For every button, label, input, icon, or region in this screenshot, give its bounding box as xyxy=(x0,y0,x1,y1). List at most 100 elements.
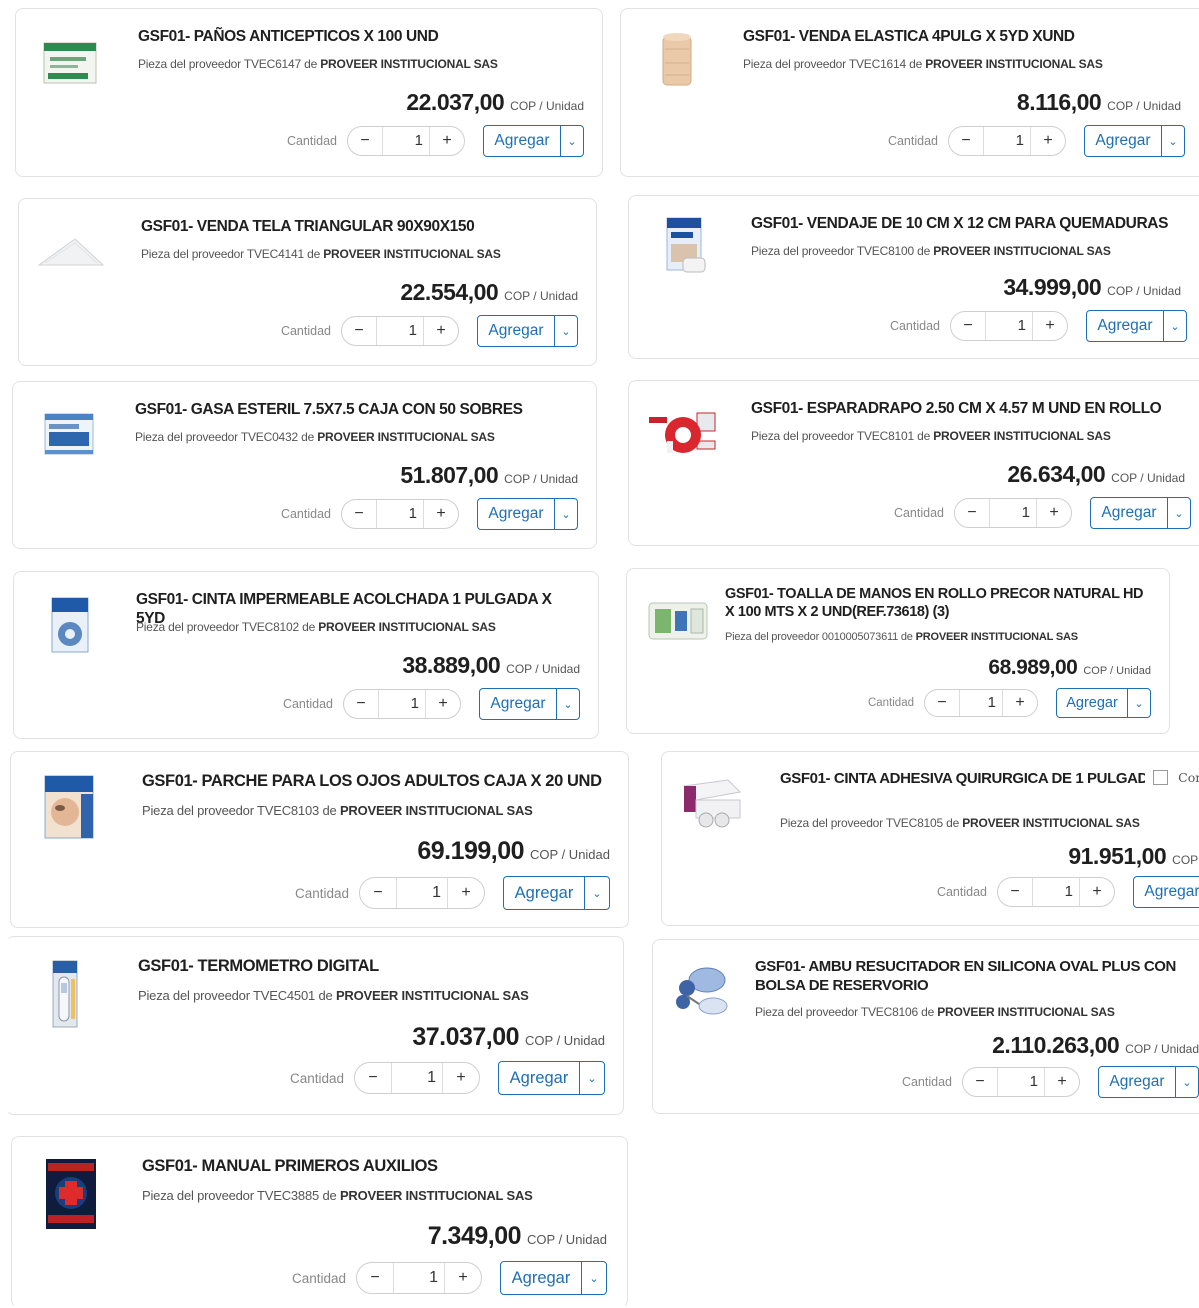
add-to-cart-button[interactable]: Agregar xyxy=(478,499,554,529)
decrement-button[interactable]: − xyxy=(949,132,983,150)
product-title[interactable]: GSF01- MANUAL PRIMEROS AUXILIOS xyxy=(142,1157,607,1176)
decrement-button[interactable]: − xyxy=(955,504,989,522)
quantity-input[interactable]: 1 xyxy=(391,1063,443,1093)
supplier-name[interactable]: PROVEER INSTITUCIONAL SAS xyxy=(925,57,1103,71)
chevron-down-icon[interactable]: ⌄ xyxy=(581,1262,606,1294)
decrement-button[interactable]: − xyxy=(344,695,378,713)
add-to-cart-button[interactable]: Agregar xyxy=(484,126,560,156)
supplier-name[interactable]: PROVEER INSTITUCIONAL SAS xyxy=(340,1188,533,1203)
chevron-down-icon[interactable]: ⌄ xyxy=(556,689,579,719)
supplier-name[interactable]: PROVEER INSTITUCIONAL SAS xyxy=(323,247,501,261)
supplier-name[interactable]: PROVEER INSTITUCIONAL SAS xyxy=(320,57,498,71)
quantity-label: Cantidad xyxy=(289,1070,344,1086)
supplier-name[interactable]: PROVEER INSTITUCIONAL SAS xyxy=(937,1005,1115,1019)
supplier-name[interactable]: PROVEER INSTITUCIONAL SAS xyxy=(916,631,1078,643)
product-title[interactable]: GSF01- VENDAJE DE 10 CM X 12 CM PARA QUE… xyxy=(751,214,1199,233)
decrement-button[interactable]: − xyxy=(925,694,959,712)
add-to-cart-button[interactable]: Agregar xyxy=(1134,877,1199,907)
quantity-input[interactable]: 1 xyxy=(382,127,430,155)
increment-button[interactable]: + xyxy=(448,884,484,902)
add-to-cart-button[interactable]: Agregar xyxy=(1091,498,1167,528)
quantity-input[interactable]: 1 xyxy=(378,690,426,718)
supplier-name[interactable]: PROVEER INSTITUCIONAL SAS xyxy=(933,429,1111,443)
supplier-name[interactable]: PROVEER INSTITUCIONAL SAS xyxy=(336,988,529,1003)
product-title[interactable]: GSF01- VENDA ELASTICA 4PULG X 5YD XUND xyxy=(743,27,1199,46)
chevron-down-icon[interactable]: ⌄ xyxy=(1163,311,1186,341)
quantity-label: Cantidad xyxy=(280,507,331,521)
product-title[interactable]: GSF01- GASA ESTERIL 7.5X7.5 CAJA CON 50 … xyxy=(135,400,576,419)
decrement-button[interactable]: − xyxy=(355,1069,391,1087)
increment-button[interactable]: + xyxy=(426,695,460,713)
checkbox-icon[interactable] xyxy=(1153,770,1169,785)
chevron-down-icon[interactable]: ⌄ xyxy=(1167,498,1190,528)
decrement-button[interactable]: − xyxy=(342,505,376,523)
increment-button[interactable]: + xyxy=(430,132,464,150)
chevron-down-icon[interactable]: ⌄ xyxy=(554,316,577,346)
add-to-cart-button[interactable]: Agregar xyxy=(501,1262,581,1294)
quantity-input[interactable]: 1 xyxy=(393,1263,445,1293)
product-title[interactable]: GSF01- CINTA ADHESIVA QUIRURGICA DE 1 PU… xyxy=(780,769,1199,788)
supplier-name[interactable]: PROVEER INSTITUCIONAL SAS xyxy=(933,244,1111,258)
add-to-cart-button[interactable]: Agregar xyxy=(1085,126,1161,156)
increment-button[interactable]: + xyxy=(424,505,458,523)
decrement-button[interactable]: − xyxy=(357,1269,393,1287)
quantity-input[interactable]: 1 xyxy=(989,499,1037,527)
quantity-input[interactable]: 1 xyxy=(983,127,1031,155)
supplier-name[interactable]: PROVEER INSTITUCIONAL SAS xyxy=(962,816,1140,830)
add-to-cart-button[interactable]: Agregar xyxy=(1099,1067,1175,1097)
quantity-input[interactable]: 1 xyxy=(396,878,448,908)
decrement-button[interactable]: − xyxy=(360,884,396,902)
chevron-down-icon[interactable]: ⌄ xyxy=(579,1062,604,1094)
supplier-line: Pieza del proveedor TVEC8101 de PROVEER … xyxy=(751,429,1111,443)
increment-button[interactable]: + xyxy=(1031,132,1065,150)
product-title[interactable]: GSF01- TERMOMETRO DIGITAL xyxy=(138,957,603,976)
quantity-label: Cantidad xyxy=(282,697,333,711)
decrement-button[interactable]: − xyxy=(963,1073,997,1091)
product-title[interactable]: GSF01- PARCHE PARA LOS OJOS ADULTOS CAJA… xyxy=(142,772,608,791)
compare-checkbox[interactable]: Compara xyxy=(1145,766,1199,789)
add-to-cart-button[interactable]: Agregar xyxy=(1057,689,1127,717)
increment-button[interactable]: + xyxy=(445,1269,481,1287)
chevron-down-icon[interactable]: ⌄ xyxy=(560,126,583,156)
decrement-button[interactable]: − xyxy=(342,322,376,340)
add-to-cart-button[interactable]: Agregar xyxy=(1087,311,1163,341)
chevron-down-icon[interactable]: ⌄ xyxy=(1127,689,1150,717)
quantity-input[interactable]: 1 xyxy=(985,312,1033,340)
chevron-down-icon[interactable]: ⌄ xyxy=(1161,126,1184,156)
increment-button[interactable]: + xyxy=(443,1069,479,1087)
add-button-group: Agregar⌄ xyxy=(1090,497,1191,529)
supplier-name[interactable]: PROVEER INSTITUCIONAL SAS xyxy=(340,803,533,818)
increment-button[interactable]: + xyxy=(1080,883,1114,901)
product-title[interactable]: GSF01- AMBU RESUCITADOR EN SILICONA OVAL… xyxy=(755,957,1199,995)
add-button-group: Agregar⌄ xyxy=(498,1061,605,1095)
increment-button[interactable]: + xyxy=(1033,317,1067,335)
digital-thermometer-icon xyxy=(41,957,101,1029)
increment-button[interactable]: + xyxy=(1003,694,1037,712)
increment-button[interactable]: + xyxy=(1045,1073,1079,1091)
quantity-input[interactable]: 1 xyxy=(376,317,424,345)
increment-button[interactable]: + xyxy=(424,322,458,340)
product-title[interactable]: GSF01- PAÑOS ANTICEPTICOS X 100 UND xyxy=(138,27,582,46)
quantity-input[interactable]: 1 xyxy=(1032,878,1080,906)
supplier-name[interactable]: PROVEER INSTITUCIONAL SAS xyxy=(317,430,495,444)
add-to-cart-button[interactable]: Agregar xyxy=(499,1062,579,1094)
tape-roll-icon xyxy=(647,401,717,465)
product-title[interactable]: GSF01- VENDA TELA TRIANGULAR 90X90X150 xyxy=(141,217,576,236)
chevron-down-icon[interactable]: ⌄ xyxy=(584,877,609,909)
decrement-button[interactable]: − xyxy=(951,317,985,335)
chevron-down-icon[interactable]: ⌄ xyxy=(554,499,577,529)
supplier-name[interactable]: PROVEER INSTITUCIONAL SAS xyxy=(318,620,496,634)
increment-button[interactable]: + xyxy=(1037,504,1071,522)
product-title[interactable]: GSF01- TOALLA DE MANOS EN ROLLO PRECOR N… xyxy=(725,585,1149,621)
decrement-button[interactable]: − xyxy=(348,132,382,150)
add-to-cart-button[interactable]: Agregar xyxy=(478,316,554,346)
chevron-down-icon[interactable]: ⌄ xyxy=(1175,1067,1198,1097)
quantity-input[interactable]: 1 xyxy=(959,690,1003,716)
product-title[interactable]: GSF01- ESPARADRAPO 2.50 CM X 4.57 M UND … xyxy=(751,399,1199,418)
add-to-cart-button[interactable]: Agregar xyxy=(504,877,584,909)
quantity-input[interactable]: 1 xyxy=(997,1068,1045,1096)
decrement-button[interactable]: − xyxy=(998,883,1032,901)
add-to-cart-button[interactable]: Agregar xyxy=(480,689,556,719)
quantity-input[interactable]: 1 xyxy=(376,500,424,528)
price: 22.554,00 xyxy=(400,279,499,305)
